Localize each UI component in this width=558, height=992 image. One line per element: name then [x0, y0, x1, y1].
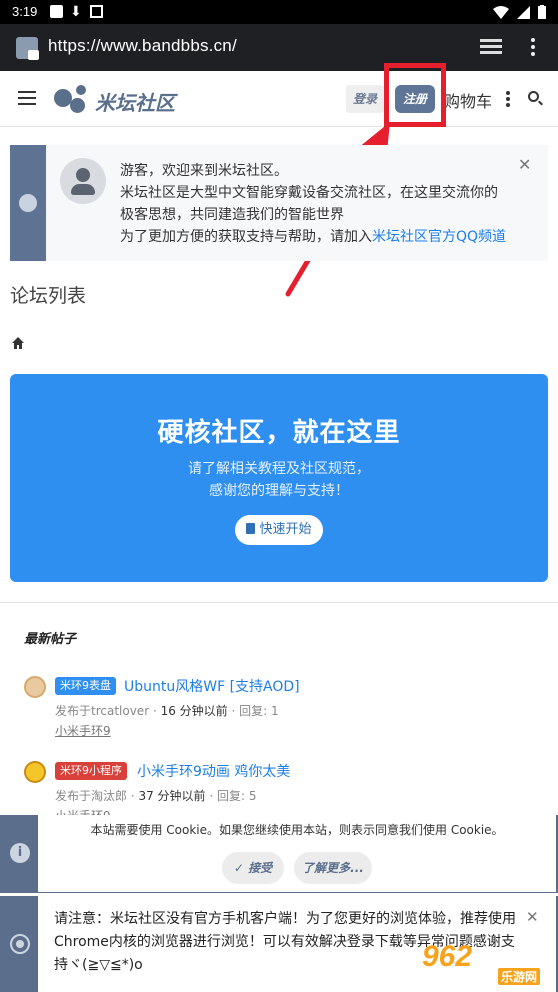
chrome-icon [10, 934, 30, 954]
hero-subtitle-line: 请了解相关教程及社区规范， [188, 461, 370, 477]
signal-icon [517, 5, 530, 19]
check-icon: ✓ [233, 861, 249, 875]
welcome-line: 游客，欢迎来到米坛社区。 [120, 163, 288, 179]
page-title: 论坛列表 [10, 285, 87, 307]
welcome-notice: ✕ 游客，欢迎来到米坛社区。 米坛社区是大型中文智能穿戴设备交流社区，在这里交流… [10, 145, 548, 261]
post-forum-link[interactable]: 小米手环9 [55, 722, 111, 739]
close-icon[interactable]: ✕ [526, 908, 539, 926]
wifi-icon [493, 5, 509, 19]
post-replies: · 回复: 5 [205, 789, 257, 803]
post-author: 发布于淘汰郎 · [55, 789, 139, 803]
system-icons [493, 5, 546, 19]
watermark-sub: 乐游网 [498, 968, 541, 985]
browser-menu-icon[interactable] [531, 38, 535, 59]
lock-icon [28, 50, 39, 60]
hero-title: 硬核社区，就在这里 [157, 418, 401, 448]
avatar[interactable] [24, 676, 46, 698]
post-author: 发布于trcatlover · [55, 704, 161, 718]
address-bar[interactable]: https://www.bandbbs.cn/ [48, 36, 237, 56]
post-replies: · 回复: 1 [227, 704, 279, 718]
guest-avatar [60, 158, 106, 204]
welcome-text: 游客，欢迎来到米坛社区。 米坛社区是大型中文智能穿戴设备交流社区，在这里交流你的… [120, 160, 540, 248]
cookie-notice: i 本站需要使用 Cookie。如果您继续使用本站，则表示同意我们使用 Cook… [0, 815, 558, 893]
qq-channel-link[interactable]: 米坛社区官方QQ频道 [372, 229, 506, 245]
annotation-highlight-box [384, 63, 446, 127]
cookie-panel: 本站需要使用 Cookie。如果您继续使用本站，则表示同意我们使用 Cookie… [38, 815, 556, 892]
hero-subtitle: 请了解相关教程及社区规范， 感谢您的理解与支持！ [10, 458, 548, 502]
cookie-message: 本站需要使用 Cookie。如果您继续使用本站，则表示同意我们使用 Cookie… [90, 823, 504, 837]
logo-text[interactable]: 米坛社区 [95, 87, 175, 116]
post-meta: 发布于淘汰郎 · 37 分钟以前 · 回复: 5 [55, 787, 256, 804]
avatar[interactable] [24, 761, 46, 783]
search-icon[interactable] [528, 91, 539, 102]
battery-icon [538, 5, 546, 19]
flag-icon [246, 523, 256, 534]
quick-start-label: 快速开始 [259, 522, 312, 537]
accept-cookie-button[interactable]: ✓ 接受 [222, 852, 284, 884]
more-icon[interactable] [506, 91, 510, 109]
post-time: 16 分钟以前 [160, 704, 228, 718]
hero-banner: 硬核社区，就在这里 请了解相关教程及社区规范， 感谢您的理解与支持！ 快速开始 [10, 374, 548, 582]
smile-icon [19, 194, 37, 212]
tab-switcher-icon[interactable] [480, 39, 502, 55]
list-item: 米环9表盘 Ubuntu风格WF [支持AOD] 发布于trcatlover ·… [24, 676, 544, 746]
logo-icon[interactable] [54, 85, 90, 113]
browser-toolbar: https://www.bandbbs.cn/ [0, 24, 558, 71]
notification-icon [50, 5, 63, 18]
welcome-card: ✕ 游客，欢迎来到米坛社区。 米坛社区是大型中文智能穿戴设备交流社区，在这里交流… [48, 145, 548, 261]
welcome-line-prefix: 为了更加方便的获取支持与帮助，请加入 [120, 229, 372, 245]
notice-sidebar [10, 145, 46, 261]
divider [0, 602, 558, 603]
watermark-brand: 962 [422, 940, 473, 973]
post-tag[interactable]: 米环9小程序 [55, 762, 127, 780]
download-icon: ⬇ [70, 3, 82, 19]
post-title-link[interactable]: 小米手环9动画 鸡你太美 [137, 761, 290, 781]
latest-posts-title: 最新帖子 [24, 632, 77, 647]
post-time: 37 分钟以前 [138, 789, 206, 803]
watermark-logo: 962 乐游网 [420, 940, 556, 990]
status-time: 3:19 [12, 4, 38, 19]
site-header: 米坛社区 登录 注册 购物车 [0, 71, 558, 127]
status-bar: 3:19 ⬇ [0, 0, 558, 24]
post-tag[interactable]: 米环9表盘 [55, 677, 116, 695]
cart-link[interactable]: 购物车 [444, 88, 492, 112]
menu-icon[interactable] [18, 91, 36, 109]
quick-start-button[interactable]: 快速开始 [235, 515, 323, 545]
welcome-line: 米坛社区是大型中文智能穿戴设备交流社区，在这里交流你的 [120, 185, 498, 201]
welcome-line: 为了更加方便的获取支持与帮助，请加入米坛社区官方QQ频道 [120, 226, 540, 248]
home-icon[interactable] [11, 336, 25, 350]
hero-subtitle-line: 感谢您的理解与支持！ [209, 483, 349, 499]
app-notification-icon [90, 5, 103, 18]
login-button[interactable]: 登录 [346, 85, 384, 113]
post-meta: 发布于trcatlover · 16 分钟以前 · 回复: 1 [55, 702, 279, 719]
post-title-link[interactable]: Ubuntu风格WF [支持AOD] [124, 676, 300, 696]
welcome-line: 极客思想，共同建造我们的智能世界 [120, 207, 344, 223]
learn-more-button[interactable]: 了解更多... [294, 852, 372, 884]
info-icon: i [10, 843, 30, 863]
accept-label: 接受 [248, 861, 273, 875]
